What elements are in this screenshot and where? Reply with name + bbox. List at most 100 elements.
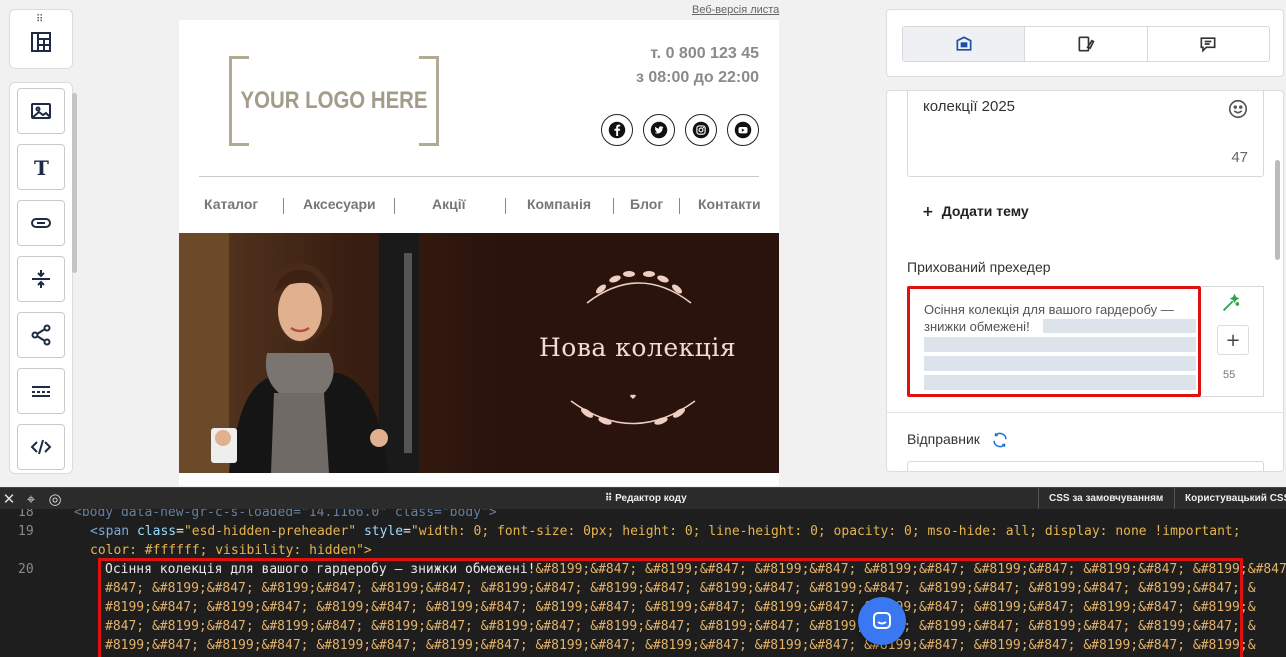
subject-char-count: 47	[1231, 149, 1248, 166]
code-line-19: <span class="esd-hidden-preheader" style…	[90, 524, 1241, 539]
preheader-text: Осіння колекція для вашого гардеробу — з…	[924, 302, 1174, 334]
refresh-icon[interactable]	[991, 431, 1009, 449]
youtube-link[interactable]	[727, 114, 759, 146]
contact-info: т. 0 800 123 45 з 08:00 до 22:00	[636, 42, 759, 90]
settings-tabs-bar	[886, 9, 1284, 77]
spacer-block-button[interactable]	[17, 256, 65, 302]
wreath-bottom-ornament	[570, 394, 696, 425]
menu-item-accessories[interactable]: Аксесуари	[303, 196, 376, 212]
code-editor-title[interactable]: ⠿ Редактор коду	[605, 493, 687, 504]
instagram-link[interactable]	[685, 114, 717, 146]
tab-custom-css[interactable]: Користувацький CSS	[1174, 488, 1286, 510]
banner-title: Нова колекція	[539, 333, 737, 362]
html-block-button[interactable]	[17, 424, 65, 470]
image-icon	[31, 103, 51, 119]
social-block-button[interactable]	[17, 312, 65, 358]
phone-number: т. 0 800 123 45	[650, 45, 759, 62]
tab-comments[interactable]	[1147, 27, 1269, 61]
focus-icon[interactable]: ◎	[46, 490, 64, 508]
line-number: 19	[18, 524, 34, 539]
logo-text: YOUR LOGO HERE	[240, 87, 428, 114]
magic-wand-icon[interactable]	[1219, 293, 1241, 315]
subject-text: колекції 2025	[923, 98, 1016, 115]
blocks-toolbox: T	[9, 82, 77, 474]
working-hours: з 08:00 до 22:00	[635, 69, 759, 86]
chat-icon	[873, 612, 891, 629]
svg-text:T: T	[34, 156, 49, 179]
preheader-filler-highlight	[924, 337, 1196, 352]
paint-brush-icon	[1078, 36, 1095, 52]
subject-field[interactable]: колекції 2025 47	[907, 91, 1264, 177]
menu-item-contacts[interactable]: Контакти	[698, 196, 761, 212]
support-chat-button[interactable]	[858, 597, 906, 645]
wreath-top-ornament	[586, 271, 692, 304]
button-icon	[31, 218, 51, 228]
code-editor-title-label: Редактор коду	[615, 493, 687, 504]
code-line-18: <body data-new-gr-c-s-loaded="14.1166.0"…	[74, 509, 497, 520]
social-links	[601, 114, 759, 146]
toolbox-scrollbar[interactable]	[72, 93, 77, 273]
line-gutter: 18 19 20	[0, 509, 60, 657]
add-personalization-button[interactable]: +	[1217, 325, 1249, 355]
code-editor-toolbar: ✕ ⌖ ◎ ⠿ Редактор коду CSS за замовчуванн…	[0, 487, 1286, 510]
code-icon	[30, 439, 52, 455]
email-menu: Каталог Аксесуари Акції Компанія Блог Ко…	[179, 196, 779, 216]
menu-separator	[613, 198, 614, 214]
emoji-icon[interactable]	[1227, 98, 1249, 120]
section-divider	[887, 412, 1283, 413]
logo-placeholder[interactable]: YOUR LOGO HERE	[229, 56, 439, 146]
preheader-actions: + 55	[1201, 286, 1264, 397]
preheader-field[interactable]: Осіння колекція для вашого гардеробу — з…	[907, 286, 1201, 397]
twitter-icon	[650, 121, 668, 139]
tab-appearance[interactable]	[1025, 27, 1148, 61]
divider-icon	[32, 386, 50, 397]
image-block-button[interactable]	[17, 88, 65, 134]
text-block-button[interactable]: T	[17, 144, 65, 190]
code-highlight-box	[98, 558, 1243, 657]
twitter-link[interactable]	[643, 114, 675, 146]
settings-panel: колекції 2025 47 + Додати тему Прихований…	[886, 90, 1284, 472]
crosshair-icon[interactable]: ⌖	[22, 490, 40, 508]
code-editor[interactable]: 18 19 20 <body data-new-gr-c-s-loaded="1…	[0, 509, 1286, 657]
menu-item-sales[interactable]: Акції	[432, 196, 466, 212]
sender-select[interactable]	[907, 461, 1264, 471]
menu-separator	[394, 198, 395, 214]
menu-separator	[679, 198, 680, 214]
button-block-button[interactable]	[17, 200, 65, 246]
code-line-19-cont: color: #ffffff; visibility: hidden">	[90, 543, 372, 558]
preheader-label: Прихований прехедер	[907, 259, 1051, 275]
code-token: <span	[90, 524, 130, 539]
line-number: 18	[18, 509, 34, 520]
spacer-icon	[32, 270, 50, 288]
share-icon	[31, 324, 51, 346]
preheader-filler-highlight	[924, 356, 1196, 371]
divider-block-button[interactable]	[17, 368, 65, 414]
youtube-icon	[734, 121, 752, 139]
close-icon[interactable]: ✕	[0, 490, 18, 508]
header-divider	[199, 176, 759, 177]
menu-separator	[505, 198, 506, 214]
menu-item-company[interactable]: Компанія	[527, 196, 591, 212]
plus-icon: +	[922, 204, 934, 220]
tab-default-css[interactable]: CSS за замовчуванням	[1038, 488, 1173, 510]
structures-button[interactable]	[17, 22, 65, 62]
structure-toolbox: ⠿	[9, 9, 73, 69]
web-version-link[interactable]: Веб-версія листа	[692, 4, 779, 16]
preheader-filler-highlight	[924, 375, 1196, 390]
tab-message-settings[interactable]	[903, 27, 1026, 61]
drag-grip-icon: ⠿	[605, 493, 616, 504]
code-token: "width: 0; font-size: 0px; height: 0; li…	[410, 524, 1241, 539]
sender-label: Відправник	[907, 431, 980, 447]
menu-separator	[283, 198, 284, 214]
add-topic-button[interactable]: + Додати тему	[922, 203, 1029, 220]
instagram-icon	[692, 121, 710, 139]
comment-icon	[1200, 37, 1216, 53]
text-icon: T	[34, 156, 49, 179]
menu-item-blog[interactable]: Блог	[630, 196, 663, 212]
facebook-link[interactable]	[601, 114, 633, 146]
code-token: class	[136, 524, 177, 539]
preheader-char-count: 55	[1223, 369, 1236, 381]
panel-scrollbar[interactable]	[1275, 160, 1280, 260]
menu-item-catalog[interactable]: Каталог	[204, 196, 258, 212]
hero-banner[interactable]: Нова колекція	[179, 233, 779, 473]
